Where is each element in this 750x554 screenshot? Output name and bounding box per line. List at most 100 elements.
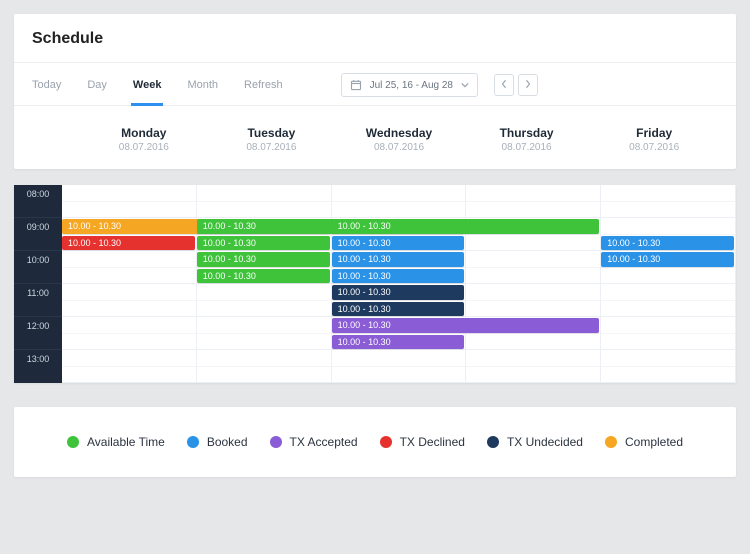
- grid-cell[interactable]: [197, 317, 331, 334]
- grid-cell[interactable]: [62, 334, 196, 351]
- grid-cell[interactable]: [466, 334, 600, 351]
- event-block[interactable]: 10.00 - 10.30: [197, 252, 330, 267]
- event-block[interactable]: 10.00 - 10.30: [197, 269, 330, 284]
- grid-column: [62, 185, 197, 383]
- event-block[interactable]: 10.00 - 10.30: [332, 285, 465, 300]
- grid-cell[interactable]: [601, 317, 735, 334]
- grid-cell[interactable]: [466, 235, 600, 252]
- grid-column: [466, 185, 601, 383]
- chevron-right-icon: [525, 78, 531, 92]
- grid-cell[interactable]: [601, 367, 735, 384]
- grid-cell[interactable]: [62, 268, 196, 285]
- grid-cell[interactable]: [197, 334, 331, 351]
- day-date: 08.07.2016: [463, 142, 591, 153]
- tab-today[interactable]: Today: [32, 73, 61, 97]
- event-block[interactable]: 10.00 - 10.30: [332, 269, 465, 284]
- grid-cell[interactable]: [197, 350, 331, 367]
- tab-month[interactable]: Month: [187, 73, 218, 97]
- grid-cell[interactable]: [197, 202, 331, 219]
- grid-cell[interactable]: [197, 367, 331, 384]
- day-header: Monday08.07.2016: [80, 126, 208, 153]
- tab-day[interactable]: Day: [87, 73, 107, 97]
- day-name: Tuesday: [208, 126, 336, 140]
- legend-label: Booked: [207, 435, 248, 449]
- grid-cell[interactable]: [62, 202, 196, 219]
- time-label: 10:00: [14, 251, 62, 284]
- legend: Available TimeBookedTX AcceptedTX Declin…: [32, 435, 718, 449]
- event-block[interactable]: 10.00 - 10.30: [601, 236, 734, 251]
- grid-cell[interactable]: [466, 185, 600, 202]
- chevron-down-icon: [461, 81, 469, 89]
- grid-cell[interactable]: [466, 367, 600, 384]
- day-header: Friday08.07.2016: [590, 126, 718, 153]
- event-block[interactable]: 10.00 - 10.30: [332, 219, 600, 234]
- schedule-grid: 08:0009:0010:0011:0012:0013:00 10.00 - 1…: [14, 185, 736, 383]
- time-label: 11:00: [14, 284, 62, 317]
- legend-item: TX Undecided: [487, 435, 583, 449]
- view-controls: Today Day Week Month Refresh Jul 25, 16 - Au…: [32, 63, 718, 105]
- next-button[interactable]: [518, 74, 538, 96]
- grid-cell[interactable]: [601, 284, 735, 301]
- grid-cell[interactable]: [466, 350, 600, 367]
- grid-cell[interactable]: [601, 350, 735, 367]
- grid-cell[interactable]: [62, 185, 196, 202]
- time-label: 09:00: [14, 218, 62, 251]
- chevron-left-icon: [501, 78, 507, 92]
- legend-item: TX Accepted: [270, 435, 358, 449]
- grid-cell[interactable]: [466, 284, 600, 301]
- grid-cell[interactable]: [62, 284, 196, 301]
- grid-column: [601, 185, 736, 383]
- tab-week[interactable]: Week: [133, 73, 162, 97]
- grid-cell[interactable]: [601, 218, 735, 235]
- grid-cell[interactable]: [332, 367, 466, 384]
- grid-cell[interactable]: [466, 301, 600, 318]
- event-block[interactable]: 10.00 - 10.30: [197, 236, 330, 251]
- grid-cell[interactable]: [62, 350, 196, 367]
- tab-refresh[interactable]: Refresh: [244, 73, 283, 97]
- grid-cell[interactable]: [332, 185, 466, 202]
- grid-cell[interactable]: [197, 284, 331, 301]
- time-label: 13:00: [14, 350, 62, 383]
- grid-cell[interactable]: [332, 350, 466, 367]
- day-name: Friday: [590, 126, 718, 140]
- day-date: 08.07.2016: [208, 142, 336, 153]
- prev-button[interactable]: [494, 74, 514, 96]
- day-name: Thursday: [463, 126, 591, 140]
- grid-cell[interactable]: [62, 301, 196, 318]
- grid-cell[interactable]: [62, 367, 196, 384]
- day-headers: Monday08.07.2016Tuesday08.07.2016Wednesd…: [32, 106, 718, 169]
- grid-cell[interactable]: [197, 185, 331, 202]
- grid-cell[interactable]: [62, 251, 196, 268]
- grid-column: [332, 185, 467, 383]
- legend-dot: [187, 436, 199, 448]
- legend-label: Completed: [625, 435, 683, 449]
- grid-cell[interactable]: [601, 185, 735, 202]
- event-block[interactable]: 10.00 - 10.30: [332, 335, 465, 350]
- day-date: 08.07.2016: [335, 142, 463, 153]
- page-title: Schedule: [32, 30, 718, 48]
- grid-cell[interactable]: [601, 301, 735, 318]
- grid-cell[interactable]: [601, 334, 735, 351]
- day-header: Tuesday 08.07.2016: [208, 126, 336, 153]
- grid-cell[interactable]: [62, 317, 196, 334]
- grid-cell[interactable]: [601, 202, 735, 219]
- grid-body: 10.00 - 10.3010.00 - 10.3010.00 - 10.301…: [62, 185, 736, 383]
- grid-column: [197, 185, 332, 383]
- grid-cell[interactable]: [601, 268, 735, 285]
- day-name: Monday: [80, 126, 208, 140]
- grid-cell[interactable]: [332, 202, 466, 219]
- event-block[interactable]: 10.00 - 10.30: [62, 236, 195, 251]
- event-block[interactable]: 10.00 - 10.30: [332, 252, 465, 267]
- event-block[interactable]: 10.00 - 10.30: [332, 302, 465, 317]
- legend-item: Completed: [605, 435, 683, 449]
- legend-label: Available Time: [87, 435, 165, 449]
- event-block[interactable]: 10.00 - 10.30: [332, 318, 600, 333]
- event-block[interactable]: 10.00 - 10.30: [601, 252, 734, 267]
- date-range-button[interactable]: Jul 25, 16 - Aug 28: [341, 73, 478, 97]
- grid-cell[interactable]: [466, 202, 600, 219]
- time-label: 08:00: [14, 185, 62, 218]
- grid-cell[interactable]: [197, 301, 331, 318]
- grid-cell[interactable]: [466, 268, 600, 285]
- event-block[interactable]: 10.00 - 10.30: [332, 236, 465, 251]
- grid-cell[interactable]: [466, 251, 600, 268]
